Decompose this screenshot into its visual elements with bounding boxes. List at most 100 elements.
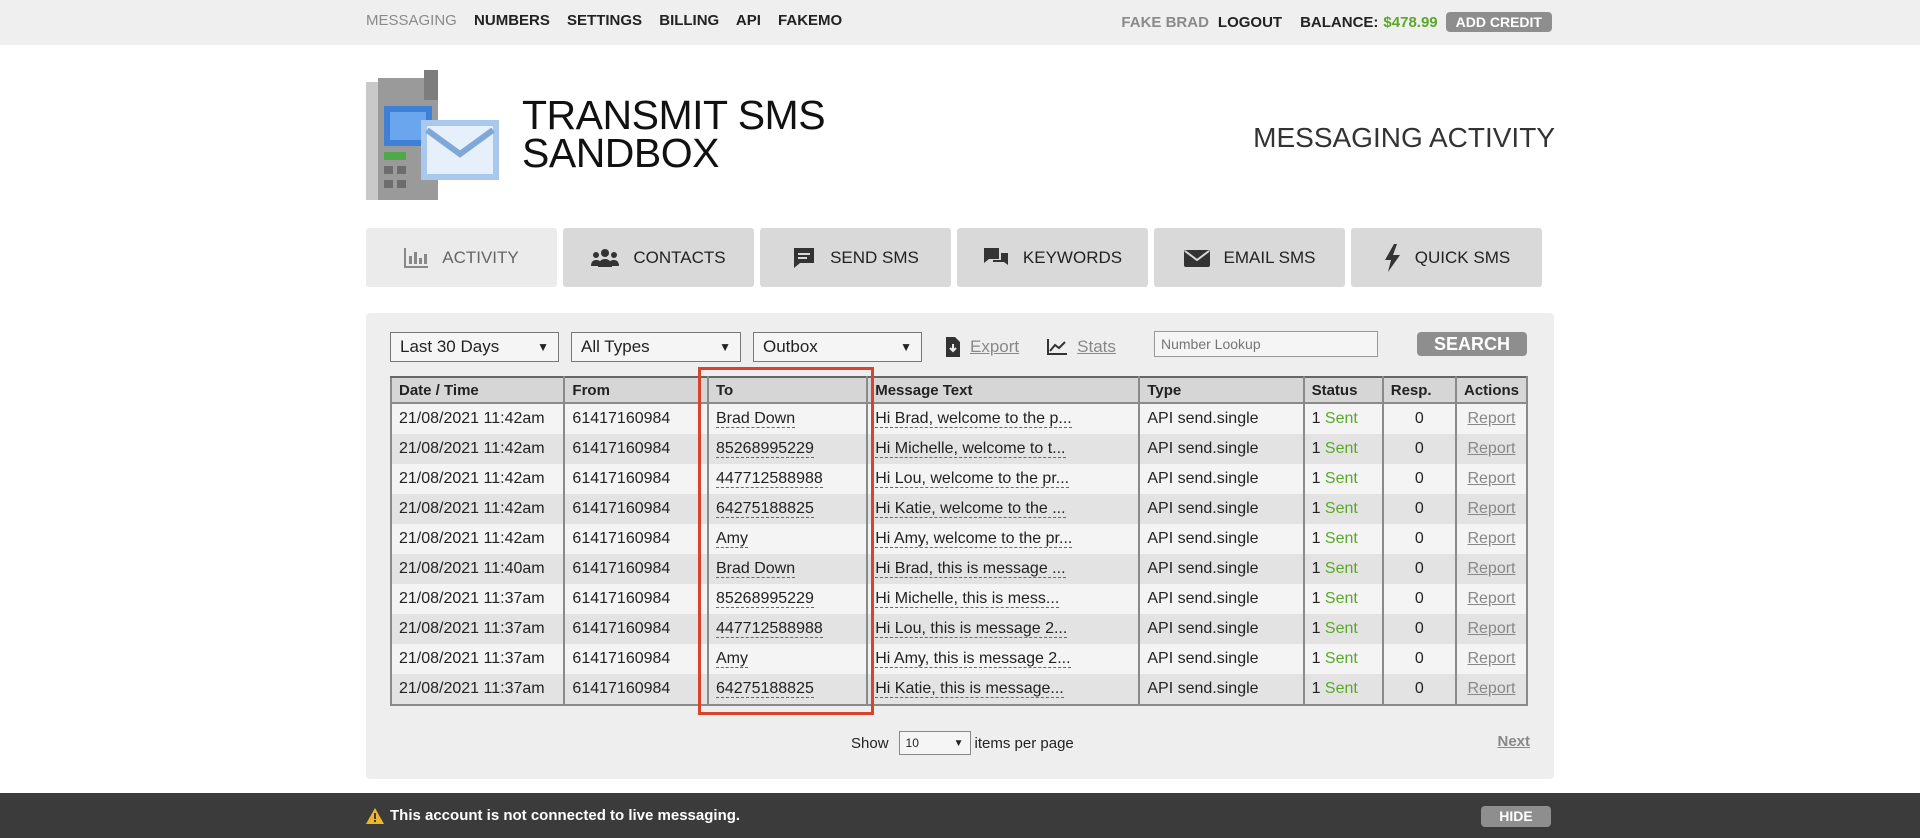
cell-date: 21/08/2021 11:42am: [389, 434, 566, 464]
hide-button[interactable]: HIDE: [1481, 806, 1551, 827]
user-name: FAKE BRAD: [1121, 13, 1209, 31]
message-text-link[interactable]: Hi Lou, welcome to the pr...: [875, 470, 1070, 488]
period-select[interactable]: Last 30 Days ▼: [390, 332, 559, 362]
message-icon: [794, 247, 815, 268]
nav-settings[interactable]: SETTINGS: [567, 12, 642, 29]
users-icon: [591, 248, 620, 267]
per-page-select[interactable]: 10 ▼: [898, 731, 971, 755]
message-text-link[interactable]: Hi Lou, this is message 2...: [875, 620, 1068, 638]
chevron-down-icon: ▼: [719, 340, 731, 354]
show-label: Show: [851, 734, 889, 752]
types-value: All Types: [581, 337, 650, 356]
message-text-link[interactable]: Hi Katie, welcome to the ...: [875, 500, 1066, 518]
cell-message: Hi Katie, welcome to the ...: [866, 494, 1141, 524]
col-to[interactable]: To: [706, 376, 869, 404]
cell-status: 1 Sent: [1302, 614, 1384, 644]
export-link[interactable]: Export: [946, 337, 1019, 357]
recipient-link[interactable]: 64275188825: [715, 500, 814, 518]
tab-quick-sms[interactable]: QUICK SMS: [1351, 228, 1542, 287]
stats-label: Stats: [1077, 337, 1116, 356]
report-link[interactable]: Report: [1467, 620, 1515, 637]
recipient-link[interactable]: 85268995229: [715, 440, 814, 458]
recipient-link[interactable]: Amy: [715, 650, 748, 668]
pagination: Show 10 ▼ items per page: [851, 731, 1074, 755]
status-badge: Sent: [1324, 500, 1358, 517]
report-link[interactable]: Report: [1467, 560, 1515, 577]
nav-messaging[interactable]: MESSAGING: [366, 12, 457, 29]
message-text-link[interactable]: Hi Michelle, welcome to t...: [875, 440, 1066, 458]
cell-to: 447712588988: [706, 464, 869, 494]
logout-link[interactable]: LOGOUT: [1218, 14, 1282, 31]
report-link[interactable]: Report: [1467, 680, 1515, 697]
recipient-link[interactable]: 447712588988: [715, 620, 823, 638]
cell-from: 61417160984: [563, 644, 709, 674]
col-status[interactable]: Status: [1302, 376, 1384, 404]
col-message[interactable]: Message Text: [866, 376, 1141, 404]
cell-type: API send.single: [1138, 524, 1305, 554]
recipient-link[interactable]: Amy: [715, 530, 748, 548]
add-credit-button[interactable]: ADD CREDIT: [1445, 12, 1552, 32]
recipient-link[interactable]: Brad Down: [715, 410, 796, 428]
status-count: 1: [1311, 410, 1321, 427]
cell-resp: 0: [1381, 494, 1457, 524]
col-resp[interactable]: Resp.: [1381, 376, 1457, 404]
top-bar: MESSAGING NUMBERS SETTINGS BILLING API F…: [0, 0, 1920, 45]
cell-status: 1 Sent: [1302, 674, 1384, 706]
box-value: Outbox: [763, 337, 818, 356]
col-type[interactable]: Type: [1138, 376, 1305, 404]
tab-activity[interactable]: ACTIVITY: [366, 228, 557, 287]
report-link[interactable]: Report: [1467, 470, 1515, 487]
brand-title: TRANSMIT SMS SANDBOX: [522, 95, 826, 174]
cell-resp: 0: [1381, 434, 1457, 464]
cell-status: 1 Sent: [1302, 554, 1384, 584]
message-text-link[interactable]: Hi Amy, welcome to the pr...: [875, 530, 1073, 548]
cell-to: 64275188825: [706, 674, 869, 706]
top-nav: MESSAGING NUMBERS SETTINGS BILLING API F…: [366, 12, 855, 29]
tab-send-sms[interactable]: SEND SMS: [760, 228, 951, 287]
report-link[interactable]: Report: [1467, 500, 1515, 517]
envelope-icon: [1183, 249, 1210, 267]
cell-message: Hi Amy, this is message 2...: [866, 644, 1141, 674]
nav-numbers[interactable]: NUMBERS: [474, 12, 550, 29]
recipient-link[interactable]: 447712588988: [715, 470, 823, 488]
footer-warning: This account is not connected to live me…: [366, 807, 740, 824]
cell-from: 61417160984: [563, 434, 709, 464]
stats-link[interactable]: Stats: [1047, 337, 1116, 357]
recipient-link[interactable]: Brad Down: [715, 560, 796, 578]
message-text-link[interactable]: Hi Katie, this is message...: [875, 680, 1064, 698]
message-text-link[interactable]: Hi Brad, welcome to the p...: [875, 410, 1072, 428]
message-text-link[interactable]: Hi Amy, this is message 2...: [875, 650, 1071, 668]
box-select[interactable]: Outbox ▼: [753, 332, 922, 362]
report-link[interactable]: Report: [1467, 590, 1515, 607]
col-from[interactable]: From: [563, 376, 709, 404]
cell-from: 61417160984: [563, 674, 709, 706]
nav-fakemo[interactable]: FAKEMO: [778, 12, 842, 29]
report-link[interactable]: Report: [1467, 410, 1515, 427]
cell-status: 1 Sent: [1302, 644, 1384, 674]
message-text-link[interactable]: Hi Brad, this is message ...: [875, 560, 1066, 578]
report-link[interactable]: Report: [1467, 650, 1515, 667]
cell-to: Amy: [706, 644, 869, 674]
cell-resp: 0: [1381, 584, 1457, 614]
tab-keywords[interactable]: KEYWORDS: [957, 228, 1148, 287]
period-value: Last 30 Days: [400, 337, 500, 356]
cell-type: API send.single: [1138, 644, 1305, 674]
report-link[interactable]: Report: [1467, 530, 1515, 547]
report-link[interactable]: Report: [1467, 440, 1515, 457]
nav-billing[interactable]: BILLING: [659, 12, 719, 29]
search-button[interactable]: SEARCH: [1417, 332, 1527, 356]
recipient-link[interactable]: 64275188825: [715, 680, 814, 698]
footer-message: This account is not connected to live me…: [390, 807, 741, 824]
cell-status: 1 Sent: [1302, 524, 1384, 554]
types-select[interactable]: All Types ▼: [571, 332, 741, 362]
tab-contacts[interactable]: CONTACTS: [563, 228, 754, 287]
cell-message: Hi Michelle, welcome to t...: [866, 434, 1141, 464]
table-row: 21/08/2021 11:42am 61417160984 Brad Down Hi…: [389, 403, 1529, 434]
col-date[interactable]: Date / Time: [389, 376, 566, 404]
recipient-link[interactable]: 85268995229: [715, 590, 814, 608]
nav-api[interactable]: API: [736, 12, 761, 29]
message-text-link[interactable]: Hi Michelle, this is mess...: [875, 590, 1060, 608]
next-page-link[interactable]: Next: [1497, 733, 1530, 750]
tab-email-sms[interactable]: EMAIL SMS: [1154, 228, 1345, 287]
number-lookup-input[interactable]: [1154, 331, 1378, 357]
